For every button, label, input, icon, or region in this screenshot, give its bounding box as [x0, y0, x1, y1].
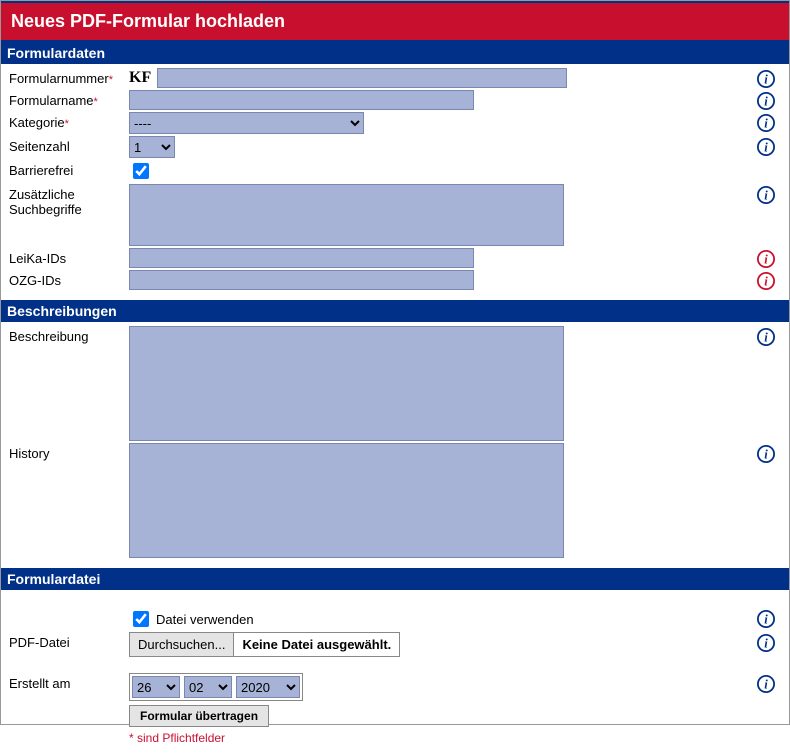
usefile-label: Datei verwenden: [156, 612, 254, 627]
svg-text:i: i: [764, 117, 768, 131]
label-formname: Formularname*: [9, 90, 129, 108]
formnum-input[interactable]: [157, 68, 567, 88]
info-icon[interactable]: i: [757, 92, 775, 110]
created-month-select[interactable]: 02: [184, 676, 232, 698]
svg-text:i: i: [764, 189, 768, 203]
info-icon[interactable]: i: [757, 114, 775, 132]
svg-text:i: i: [764, 275, 768, 289]
svg-text:i: i: [764, 95, 768, 109]
label-created: Erstellt am: [9, 673, 129, 691]
section-header-formdata: Formulardaten: [1, 42, 789, 64]
info-icon[interactable]: i: [757, 70, 775, 88]
label-searchterms: Zusätzliche Suchbegriffe: [9, 184, 129, 217]
label-history: History: [9, 443, 129, 461]
label-pdffile: PDF-Datei: [9, 632, 129, 650]
svg-text:i: i: [764, 613, 768, 627]
usefile-checkbox[interactable]: [133, 611, 149, 627]
svg-text:i: i: [764, 678, 768, 692]
info-icon[interactable]: i: [757, 272, 775, 290]
info-icon[interactable]: i: [757, 328, 775, 346]
history-textarea[interactable]: [129, 443, 564, 558]
label-ozg: OZG-IDs: [9, 270, 129, 288]
page-title: Neues PDF-Formular hochladen: [1, 1, 789, 42]
svg-text:i: i: [764, 141, 768, 155]
searchterms-textarea[interactable]: [129, 184, 564, 246]
created-year-select[interactable]: 2020: [236, 676, 300, 698]
info-icon[interactable]: i: [757, 250, 775, 268]
label-description: Beschreibung: [9, 326, 129, 344]
leika-input[interactable]: [129, 248, 474, 268]
barrierfree-checkbox[interactable]: [133, 163, 149, 179]
mandatory-note: * sind Pflichtfelder: [129, 731, 225, 745]
description-textarea[interactable]: [129, 326, 564, 441]
label-pages: Seitenzahl: [9, 136, 129, 154]
formnum-prefix: KF: [129, 69, 153, 87]
label-barrierfree: Barrierefrei: [9, 160, 129, 178]
browse-button[interactable]: Durchsuchen...: [130, 633, 234, 656]
info-icon[interactable]: i: [757, 186, 775, 204]
category-select[interactable]: ----: [129, 112, 364, 134]
pages-select[interactable]: 1: [129, 136, 175, 158]
info-icon[interactable]: i: [757, 675, 775, 693]
formname-input[interactable]: [129, 90, 474, 110]
svg-text:i: i: [764, 331, 768, 345]
svg-text:i: i: [764, 637, 768, 651]
label-category: Kategorie*: [9, 112, 129, 130]
info-icon[interactable]: i: [757, 634, 775, 652]
svg-text:i: i: [764, 253, 768, 267]
section-header-formfile: Formulardatei: [1, 568, 789, 590]
info-icon[interactable]: i: [757, 138, 775, 156]
file-status: Keine Datei ausgewählt.: [234, 633, 399, 656]
info-icon[interactable]: i: [757, 610, 775, 628]
label-leika: LeiKa-IDs: [9, 248, 129, 266]
submit-button[interactable]: Formular übertragen: [129, 705, 269, 727]
info-icon[interactable]: i: [757, 445, 775, 463]
ozg-input[interactable]: [129, 270, 474, 290]
svg-text:i: i: [764, 448, 768, 462]
svg-text:i: i: [764, 73, 768, 87]
section-header-descriptions: Beschreibungen: [1, 300, 789, 322]
label-formnum: Formularnummer*: [9, 68, 129, 86]
created-day-select[interactable]: 26: [132, 676, 180, 698]
